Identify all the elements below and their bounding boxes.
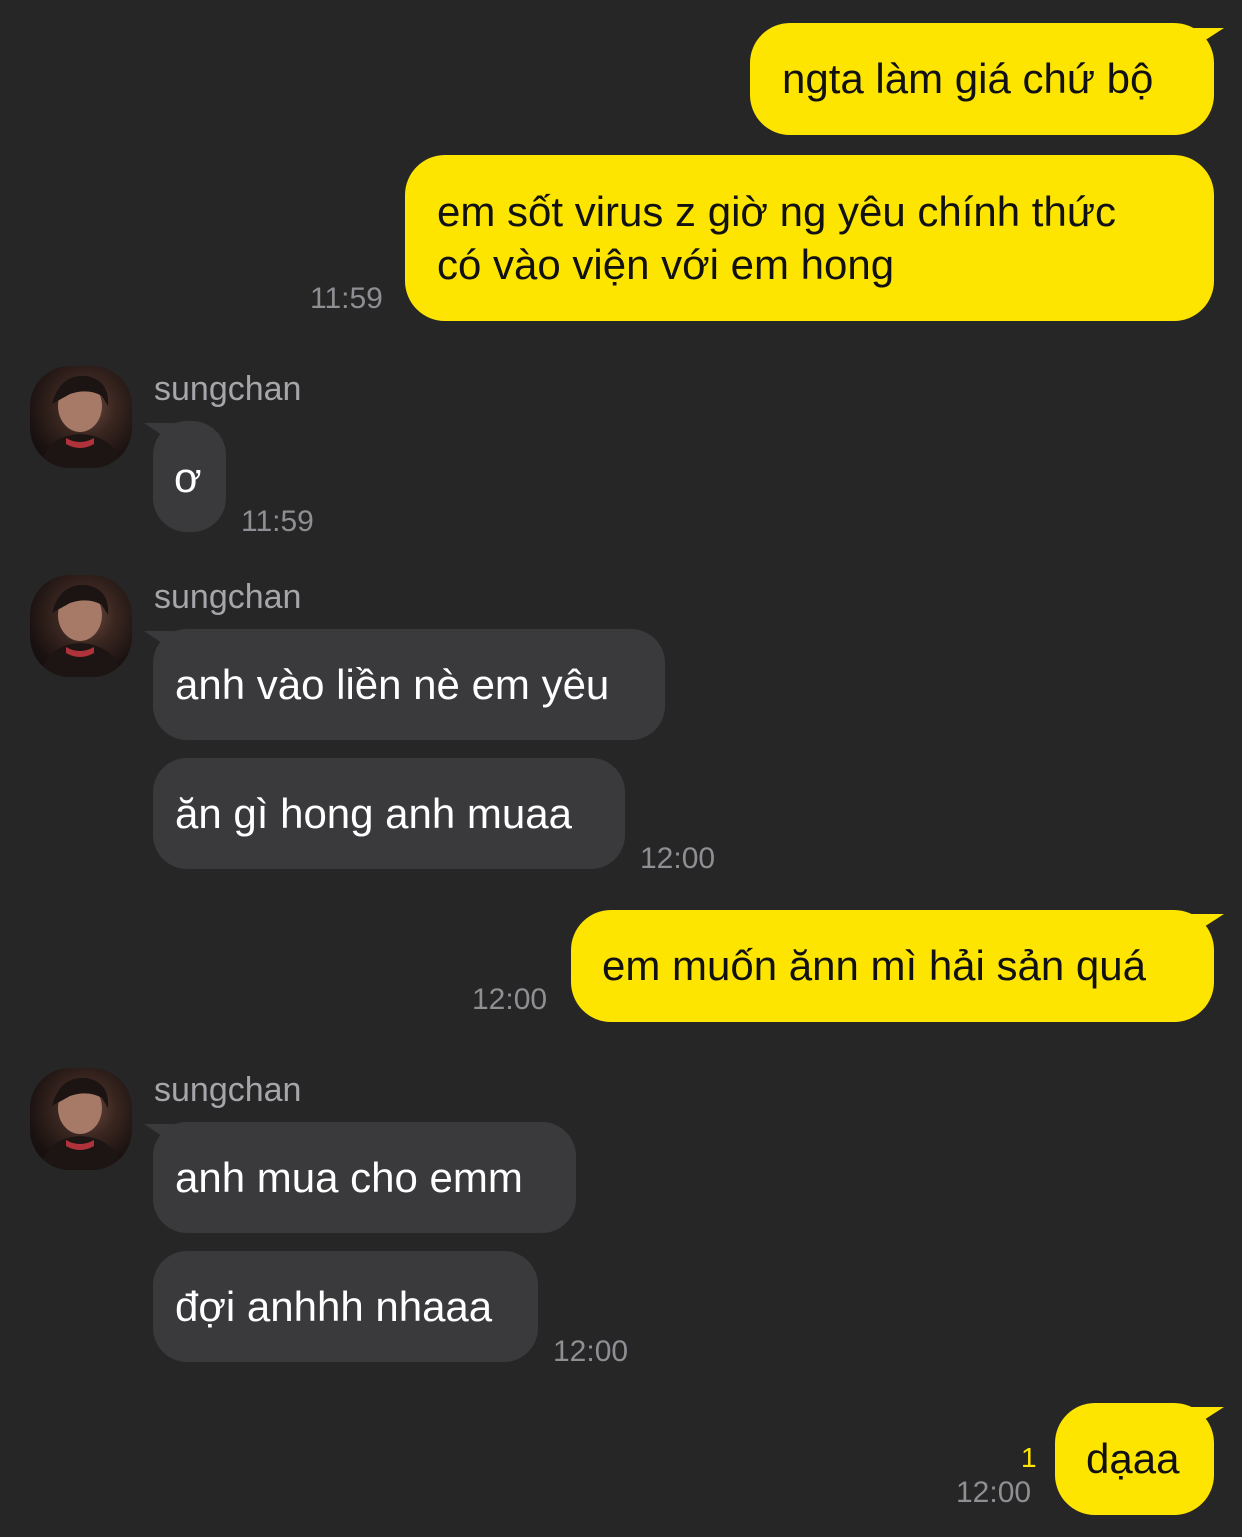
avatar[interactable] <box>30 366 132 468</box>
outgoing-message-bubble[interactable]: em muốn ănn mì hải sản quá <box>571 910 1214 1022</box>
message-text: anh vào liền nè em yêu <box>175 661 610 708</box>
outgoing-message-bubble[interactable]: ngta làm giá chứ bộ <box>750 23 1214 135</box>
avatar[interactable] <box>30 1068 132 1170</box>
sender-name: sungchan <box>154 370 302 408</box>
incoming-message-bubble[interactable]: đợi anhhh nhaaa <box>153 1251 538 1362</box>
bubble-tail <box>1190 914 1224 936</box>
sender-name: sungchan <box>154 578 302 616</box>
message-text: ngta làm giá chứ bộ <box>782 55 1154 102</box>
message-text: ơ <box>174 454 202 501</box>
bubble-tail <box>1190 1407 1224 1429</box>
message-text-line: có vào viện với em hong <box>437 241 895 288</box>
message-text: dạaa <box>1086 1435 1180 1482</box>
message-timestamp: 11:59 <box>310 282 383 315</box>
message-timestamp: 11:59 <box>241 505 314 538</box>
message-timestamp: 12:00 <box>472 983 548 1016</box>
bubble-tail <box>144 631 174 651</box>
incoming-message-bubble[interactable]: ăn gì hong anh muaa <box>153 758 625 869</box>
bubble-tail <box>144 423 174 443</box>
bubble-tail <box>1190 28 1224 50</box>
sender-name: sungchan <box>154 1071 302 1109</box>
incoming-message-bubble[interactable]: anh mua cho emm <box>153 1122 576 1233</box>
message-timestamp: 12:00 <box>956 1476 1032 1509</box>
bubble-tail <box>144 1124 174 1144</box>
message-timestamp: 12:00 <box>640 842 716 875</box>
profile-photo-icon <box>40 375 122 468</box>
message-text: em muốn ănn mì hải sản quá <box>602 942 1146 989</box>
profile-photo-icon <box>40 584 122 677</box>
outgoing-message-bubble[interactable]: em sốt virus z giờ ng yêu chính thức có … <box>405 155 1214 321</box>
profile-photo-icon <box>40 1077 122 1170</box>
message-text-line: em sốt virus z giờ ng yêu chính thức <box>437 188 1116 235</box>
message-text: ăn gì hong anh muaa <box>175 790 572 837</box>
avatar[interactable] <box>30 575 132 677</box>
incoming-message-bubble[interactable]: anh vào liền nè em yêu <box>153 629 665 740</box>
message-text: đợi anhhh nhaaa <box>175 1283 493 1330</box>
message-timestamp: 12:00 <box>553 1335 629 1368</box>
message-text: anh mua cho emm <box>175 1154 523 1201</box>
unread-count-badge: 1 <box>1021 1442 1037 1473</box>
